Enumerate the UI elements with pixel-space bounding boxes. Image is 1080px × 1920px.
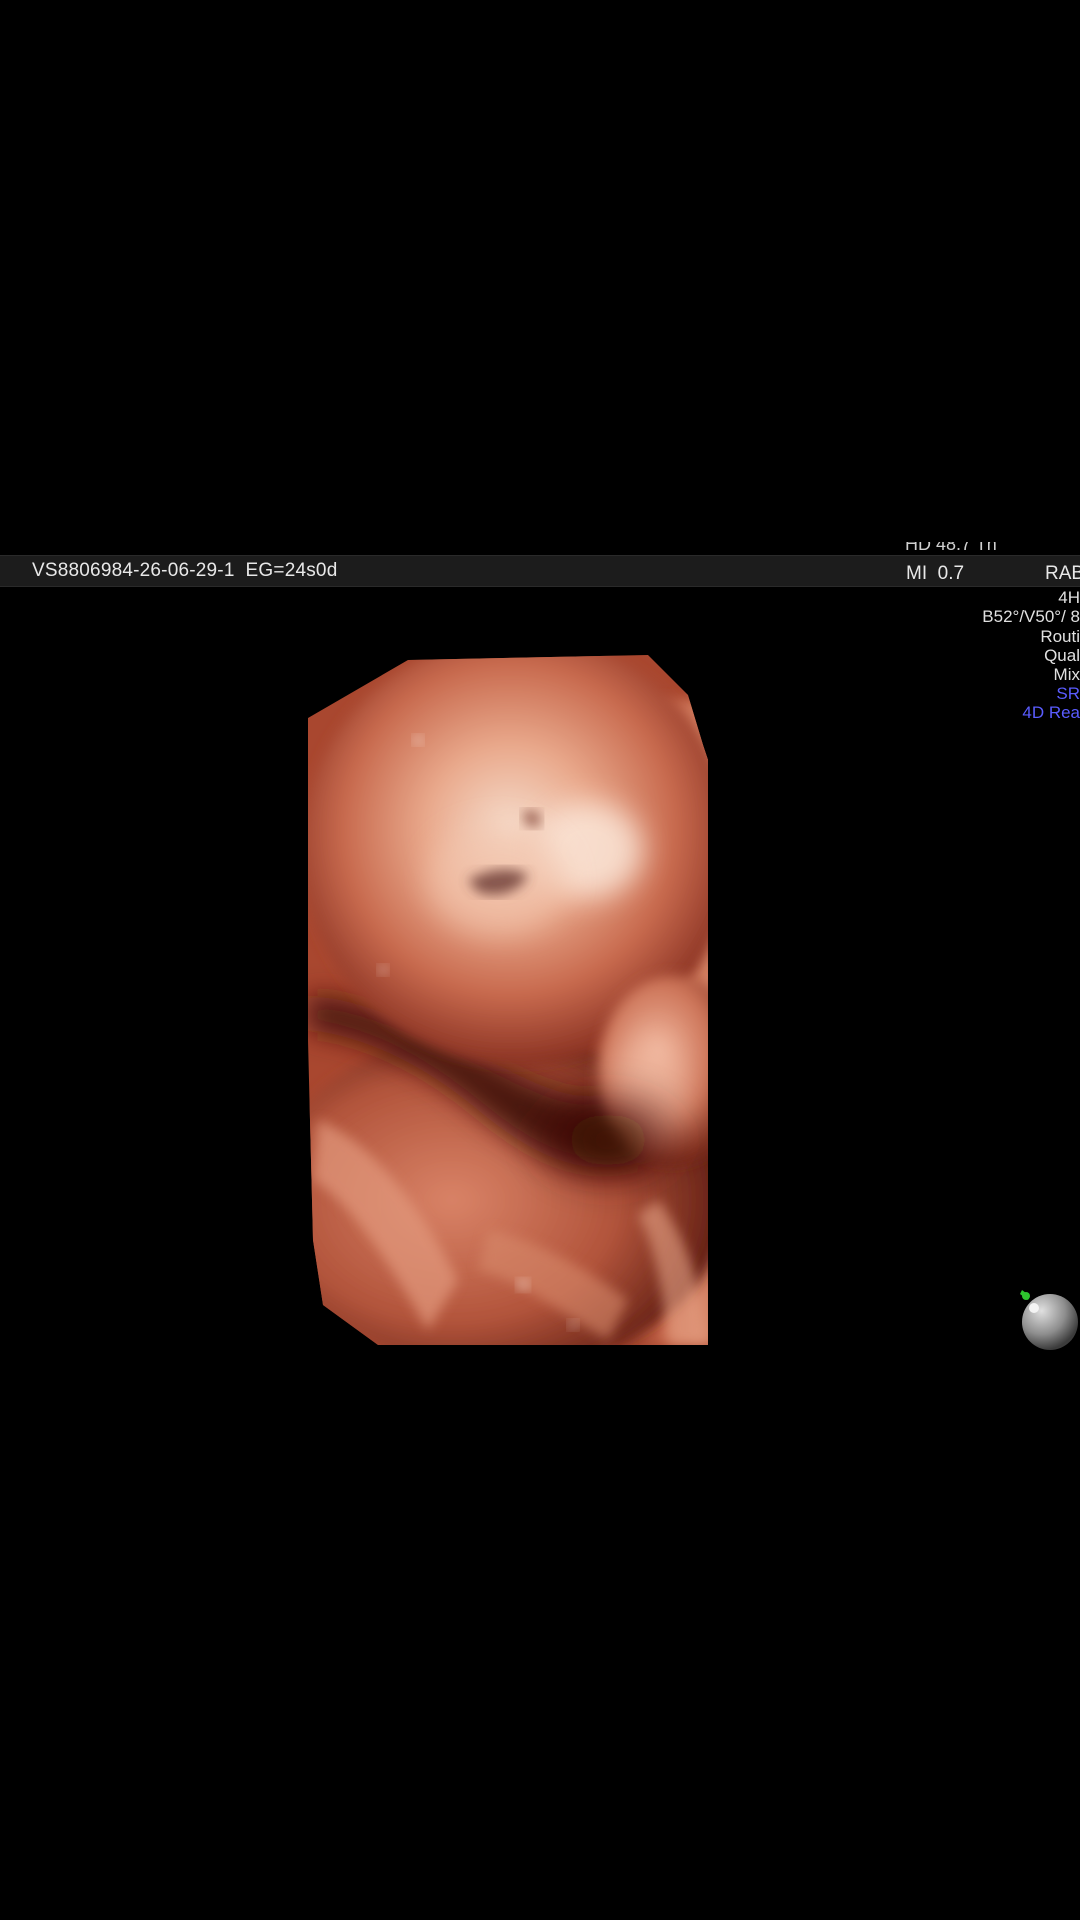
param-depth: 4H [1058,588,1080,607]
param-preset: Routi [1040,627,1080,646]
params-top-text: HD 48.7 Th [905,542,997,554]
probe-label: RAB [1045,563,1080,584]
ultrasound-screen: VS8806984-26-06-29-1 EG=24s0d HD 48.7 Th… [0,0,1080,1920]
param-angle: B52°/V50°/ 8 [982,607,1080,626]
param-sr: SR [1056,684,1080,703]
param-mix: Mix [1053,665,1080,684]
param-quality: Qual [1044,646,1080,665]
fetal-3d-render [308,655,708,1345]
params-top-partial: HD 48.7 Th [905,542,1080,556]
mi-value: MI 0.7 [906,563,965,584]
param-mode: 4D Rea [1022,703,1080,722]
orientation-ball-icon[interactable] [1016,1288,1080,1352]
patient-id: VS8806984-26-06-29-1 EG=24s0d [32,560,338,581]
